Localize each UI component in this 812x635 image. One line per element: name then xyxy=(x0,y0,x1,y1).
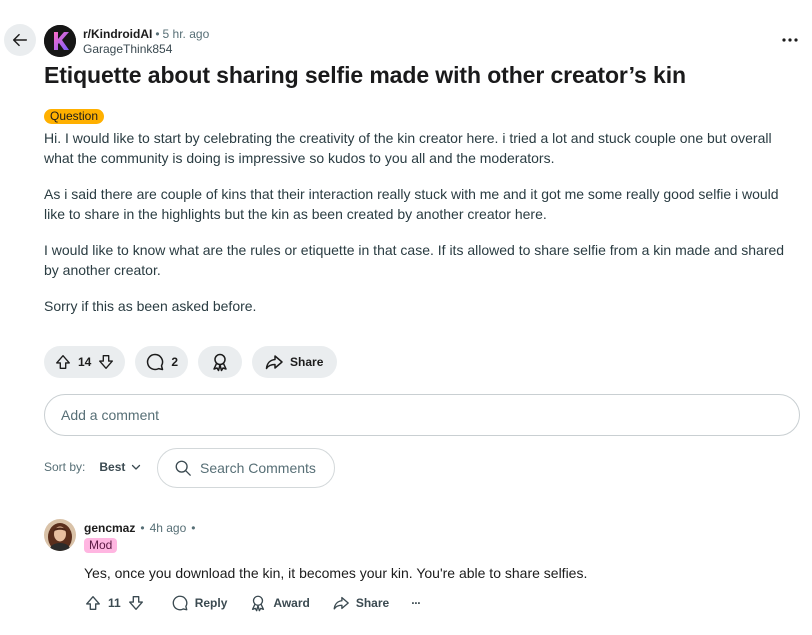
back-button[interactable] xyxy=(4,24,36,56)
post-actions: 14 2 Share xyxy=(44,346,338,378)
share-button[interactable]: Share xyxy=(252,346,338,378)
share-button[interactable]: Share xyxy=(332,591,389,615)
search-placeholder: Search Comments xyxy=(200,460,316,476)
comment-actions: 11 Reply Award Share ··· xyxy=(84,591,442,615)
comments-button[interactable]: 2 xyxy=(135,346,189,378)
meta-separator: • xyxy=(140,521,145,535)
sort-value[interactable]: Best xyxy=(99,460,125,474)
sort-control: Sort by: Best xyxy=(44,460,141,474)
meta-separator: • xyxy=(155,27,160,41)
add-comment-input[interactable]: Add a comment xyxy=(44,394,800,436)
kindroid-logo-icon xyxy=(44,25,76,57)
downvote-icon[interactable] xyxy=(97,353,115,371)
comment-text: Yes, once you download the kin, it becom… xyxy=(84,565,588,581)
arrow-left-icon xyxy=(12,33,28,47)
subreddit-avatar[interactable] xyxy=(44,25,76,57)
share-label: Share xyxy=(290,355,324,369)
post-flair[interactable]: Question xyxy=(44,109,105,124)
user-avatar-icon xyxy=(44,519,76,551)
post-title: Etiquette about sharing selfie made with… xyxy=(44,62,686,88)
add-comment-placeholder: Add a comment xyxy=(61,407,160,423)
mod-badge: Mod xyxy=(84,538,118,553)
reply-button[interactable]: Reply xyxy=(171,591,228,615)
vote-count: 14 xyxy=(78,355,92,369)
post-time: 5 hr. ago xyxy=(162,27,210,41)
post-author[interactable]: GarageThink854 xyxy=(83,42,209,57)
award-button[interactable] xyxy=(198,346,243,378)
comment-time: 4h ago xyxy=(149,521,187,535)
award-button[interactable]: Award xyxy=(249,591,310,615)
comment-bubble-icon xyxy=(147,353,164,371)
post-paragraph: Sorry if this as been asked before. xyxy=(44,298,257,314)
comment-vote: 11 xyxy=(84,591,145,615)
award-ribbon-icon xyxy=(213,353,227,372)
subreddit-name[interactable]: r/KindroidAI xyxy=(83,27,152,41)
comment-meta: gencmaz • 4h ago • xyxy=(84,521,200,535)
search-icon xyxy=(175,460,191,476)
comment-vote-count: 11 xyxy=(108,596,121,610)
post-paragraph: I would like to know what are the rules … xyxy=(44,242,785,278)
post-paragraph: Hi. I would like to start by celebrating… xyxy=(44,130,772,166)
reply-label: Reply xyxy=(194,596,228,610)
comments-count: 2 xyxy=(171,355,179,369)
comment-bubble-icon xyxy=(172,595,188,611)
comment-more-button[interactable]: ··· xyxy=(411,591,421,615)
post-body: Hi. I would like to start by celebrating… xyxy=(44,128,794,332)
comment-avatar[interactable] xyxy=(44,519,76,551)
upvote-icon[interactable] xyxy=(84,594,102,612)
post-meta: r/KindroidAI • 5 hr. ago GarageThink854 xyxy=(83,27,209,57)
more-horizontal-icon: ··· xyxy=(411,596,421,610)
sort-label: Sort by: xyxy=(44,460,86,474)
share-label: Share xyxy=(355,596,390,610)
comment-author[interactable]: gencmaz xyxy=(84,521,135,535)
award-ribbon-icon xyxy=(252,595,265,612)
chevron-down-icon[interactable] xyxy=(131,462,141,472)
more-horizontal-icon xyxy=(782,38,798,42)
search-comments-input[interactable]: Search Comments xyxy=(157,448,335,488)
upvote-icon[interactable] xyxy=(54,353,72,371)
share-arrow-icon xyxy=(333,596,349,610)
share-arrow-icon xyxy=(265,355,283,370)
more-options-button[interactable] xyxy=(778,30,802,50)
downvote-icon[interactable] xyxy=(127,594,145,612)
post-paragraph: As i said there are couple of kins that … xyxy=(44,186,779,222)
meta-separator: • xyxy=(191,521,196,535)
award-label: Award xyxy=(273,596,310,610)
vote-pill: 14 xyxy=(44,346,126,378)
